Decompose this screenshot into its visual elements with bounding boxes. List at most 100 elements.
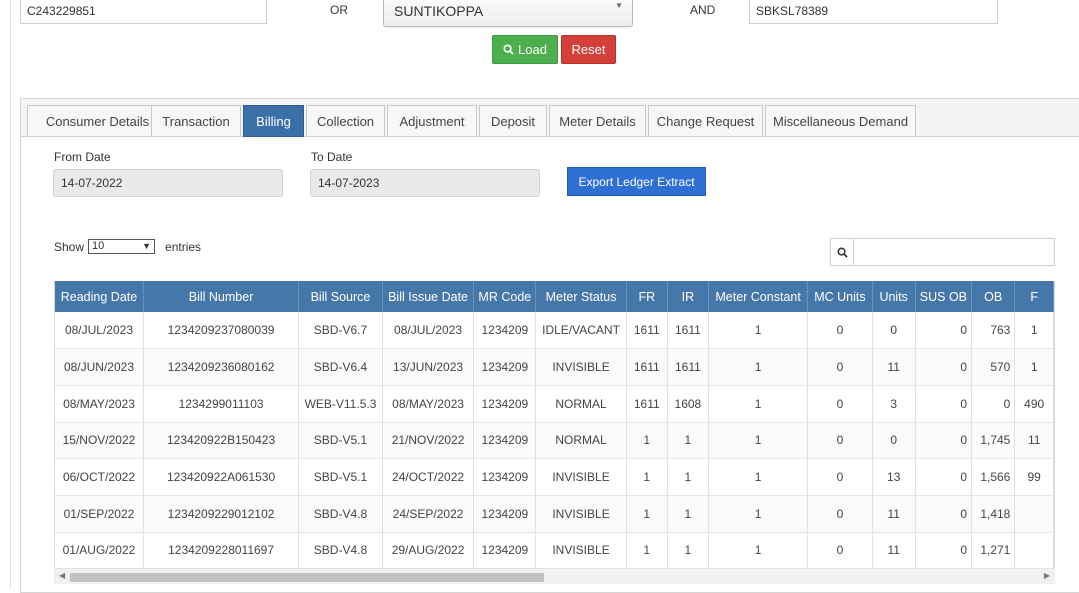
search-icon-wrap [831,239,854,265]
reset-button[interactable]: Reset [561,35,616,64]
table-cell: 3 [872,385,916,423]
table-cell: 0 [807,348,873,386]
table-cell: 1234209229012102 [143,495,300,533]
left-border [10,0,11,589]
table-cell [1014,532,1054,570]
horizontal-scrollbar[interactable]: ◀ ▶ [54,568,1055,584]
column-header[interactable]: Bill Number [143,281,300,312]
table-cell: IDLE/VACANT [535,312,627,350]
tab-change-request[interactable]: Change Request [648,105,763,136]
table-cell: 1234209 [473,458,537,496]
table-cell: INVISIBLE [535,495,627,533]
tab-adjustment[interactable]: Adjustment [387,105,477,136]
table-row[interactable]: 06/OCT/2022 123420922A061530 SBD-V5.1 24/OC… [55,458,1054,496]
length-menu: Show 10 ▼ entries [54,239,201,254]
search-icon [837,247,848,258]
table-cell: 0 [807,458,873,496]
column-header[interactable]: MC Units [807,281,873,312]
table-cell: 0 [915,312,973,350]
table-cell: 01/SEP/2022 [55,495,144,533]
tab-miscellaneous-demand[interactable]: Miscellaneous Demand [765,105,916,136]
table-cell: 13/JUN/2023 [382,348,475,386]
table-cell: 1,271 [971,532,1016,570]
column-header[interactable]: SUS OB [915,281,973,312]
load-button[interactable]: Load [492,35,558,64]
table-row[interactable]: 08/MAY/2023 1234299011103 WEB-V11.5.3 08/MA… [55,385,1054,423]
table-cell: 1 [667,495,709,533]
tab-collection[interactable]: Collection [306,105,385,136]
table-cell: 1,418 [971,495,1016,533]
meter-id-input[interactable]: SBKSL78389 [749,0,998,24]
scroll-left-icon[interactable]: ◀ [59,571,65,580]
show-label: Show [54,239,85,254]
consumer-id-input[interactable]: C243229851 [20,0,267,24]
column-header[interactable]: OB [971,281,1016,312]
table-cell: 11 [872,495,916,533]
table-search-input[interactable] [854,239,1054,265]
table-cell: 1234209 [473,422,537,460]
tab-meter-details[interactable]: Meter Details [549,105,646,136]
table-cell: 11 [872,348,916,386]
entries-select[interactable]: 10 ▼ [88,239,156,254]
table-row[interactable]: 15/NOV/2022 123420922B150423 SBD-V5.1 21/NO… [55,422,1054,460]
table-header-row: Reading Date Bill Number Bill Source Bill I… [55,281,1054,312]
table-row[interactable]: 08/JUL/2023 1234209237080039 SBD-V6.7 08/JU… [55,312,1054,350]
column-header[interactable]: FR [626,281,668,312]
column-header[interactable]: Reading Date [55,281,144,312]
table-cell: 11 [1014,422,1054,460]
table-cell: 1234209237080039 [143,312,300,350]
table-cell: SBD-V5.1 [298,458,383,496]
table-cell: INVISIBLE [535,532,627,570]
table-row[interactable]: 08/JUN/2023 1234209236080162 SBD-V6.4 13/JU… [55,348,1054,386]
table-cell: 1 [626,495,668,533]
column-header[interactable]: Meter Status [535,281,627,312]
export-ledger-button[interactable]: Export Ledger Extract [567,167,706,196]
to-date-label: To Date [311,150,353,164]
table-cell: 1 [1014,312,1054,350]
table-cell: 0 [872,422,916,460]
table-cell: 1234209 [473,385,537,423]
table-cell: 1234209 [473,495,537,533]
tab-deposit[interactable]: Deposit [479,105,547,136]
table-cell: SBD-V4.8 [298,532,383,570]
table-cell: 1234209 [473,348,537,386]
table-row[interactable]: 01/AUG/2022 1234209228011697 SBD-V4.8 29/AU… [55,532,1054,570]
table-cell: WEB-V11.5.3 [298,385,383,423]
table-cell: 01/AUG/2022 [55,532,144,570]
table-cell: 0 [872,312,916,350]
table-cell: SBD-V6.7 [298,312,383,350]
column-header[interactable]: Bill Issue Date [382,281,475,312]
location-select[interactable]: SUNTIKOPPA ▼ [383,0,633,27]
table-cell: 1234209236080162 [143,348,300,386]
table-cell: 1 [708,532,809,570]
table-search[interactable] [830,238,1055,266]
chevron-down-icon: ▼ [142,241,152,251]
table-cell: 99 [1014,458,1054,496]
scroll-right-icon[interactable]: ▶ [1044,571,1050,580]
table-cell: 1 [708,348,809,386]
column-header[interactable]: IR [667,281,709,312]
table-cell: 0 [915,532,973,570]
from-date-input[interactable]: 14-07-2022 [53,169,283,197]
tab-billing[interactable]: Billing [243,105,304,137]
table-cell: 490 [1014,385,1054,423]
tab-consumer-details[interactable]: Consumer Details [27,105,168,136]
to-date-input[interactable]: 14-07-2023 [310,169,540,197]
table-cell: 570 [971,348,1016,386]
table-cell: 1 [708,495,809,533]
table-cell: 1 [667,422,709,460]
scrollbar-thumb[interactable] [70,573,544,582]
column-header[interactable]: F [1014,281,1054,312]
column-header[interactable]: MR Code [473,281,537,312]
column-header[interactable]: Bill Source [298,281,383,312]
tab-transaction[interactable]: Transaction [151,105,241,136]
reset-button-label: Reset [571,42,606,57]
column-header[interactable]: Units [872,281,916,312]
table-row[interactable]: 01/SEP/2022 1234209229012102 SBD-V4.8 24/SE… [55,495,1054,533]
table-cell: 11 [872,532,916,570]
table-cell: SBD-V4.8 [298,495,383,533]
table-cell: NORMAL [535,422,627,460]
column-header[interactable]: Meter Constant [708,281,809,312]
table-cell: 1 [708,312,809,350]
table-cell: INVISIBLE [535,458,627,496]
